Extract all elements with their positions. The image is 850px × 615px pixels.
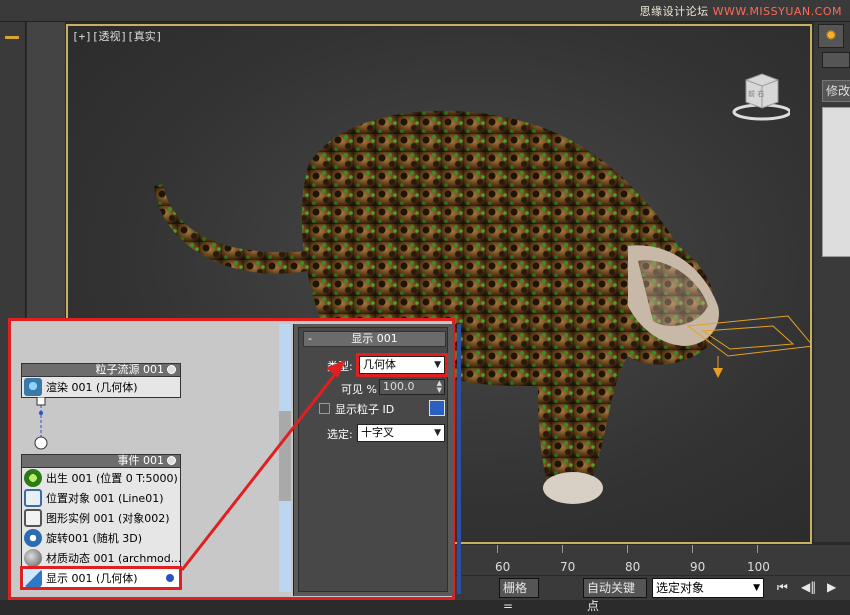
tick-label: 60 — [495, 560, 511, 574]
tick-mark — [757, 545, 758, 553]
left-side-panel — [27, 22, 65, 322]
material-dynamic-icon — [24, 549, 42, 567]
tick-mark — [692, 545, 693, 553]
render-icon — [24, 378, 42, 396]
operator-shape-instance[interactable]: 图形实例 001 (对象002) — [22, 508, 180, 528]
render-group[interactable]: 粒子流源 001 渲染 001 (几何体) — [21, 363, 181, 398]
show-particle-id-checkbox[interactable] — [319, 403, 330, 414]
visible-percent-spinner[interactable]: 100.0 ▲ ▼ — [379, 379, 445, 395]
tick-mark — [562, 545, 563, 553]
visible-percent-label: 可见 % — [341, 383, 377, 396]
svg-text:前 右: 前 右 — [748, 89, 764, 98]
position-object-icon — [24, 489, 42, 507]
modifier-stack[interactable] — [822, 107, 850, 257]
create-sun-icon[interactable]: ✹ — [818, 24, 844, 48]
display-icon — [24, 569, 42, 587]
lightbulb-icon[interactable] — [167, 456, 176, 465]
tick-label: 100 — [747, 560, 770, 574]
event-group-header[interactable]: 事件 001 — [21, 454, 181, 468]
lightbulb-icon[interactable] — [167, 365, 176, 374]
render-group-header[interactable]: 粒子流源 001 — [21, 363, 181, 377]
tick-label: 90 — [690, 560, 706, 574]
pin-stack-icon[interactable]: ▬╌ — [828, 244, 847, 258]
selected-label: 选定: — [327, 428, 353, 441]
rotation-icon — [24, 529, 42, 547]
particle-view-inset: 粒子流源 001 渲染 001 (几何体) 事件 001 出生 001 (位置 … — [8, 318, 461, 600]
panel-scroll-rail[interactable] — [457, 324, 461, 594]
display-properties-panel: - 显示 001 类型: 几何体 ▼ 可见 % 100.0 ▲ ▼ 显示粒子 ID 选定… — [293, 324, 453, 596]
tick-mark — [497, 545, 498, 553]
type-dropdown[interactable]: 几何体 ▼ — [356, 353, 448, 377]
prev-key-icon[interactable]: ⏮ — [777, 580, 788, 595]
event-group[interactable]: 事件 001 出生 001 (位置 0 T:5000) 位置对象 001 (Li… — [20, 454, 182, 590]
display-rollout-header[interactable]: - 显示 001 — [303, 331, 446, 347]
display-color-swatch[interactable] — [429, 400, 445, 416]
active-dot-icon — [166, 574, 174, 582]
viewcube-icon[interactable]: 前 右 — [730, 66, 790, 126]
grid-setting[interactable]: 栅格 = — [499, 578, 539, 613]
operator-display[interactable]: 显示 001 (几何体) — [20, 566, 182, 590]
scrollbar-thumb[interactable] — [279, 411, 291, 501]
operator-material-dynamic[interactable]: 材质动态 001 (archmod... — [22, 548, 180, 568]
show-particle-id-label: 显示粒子 ID — [335, 403, 395, 416]
tick-mark — [627, 545, 628, 553]
collapse-icon[interactable] — [5, 36, 19, 39]
type-label: 类型: — [327, 360, 353, 373]
tick-label: 80 — [625, 560, 641, 574]
modify-tab[interactable]: 修改 — [822, 80, 850, 102]
operator-rotation[interactable]: 旋转001 (随机 3D) — [22, 528, 180, 548]
play-icon[interactable]: ◀‖ — [801, 580, 816, 594]
top-bar: 思缘设计论坛 WWW.MISSYUAN.COM — [0, 0, 850, 22]
auto-key-button[interactable]: 自动关键点 — [583, 578, 647, 613]
birth-icon — [24, 469, 42, 487]
next-frame-icon[interactable]: ▶ — [827, 580, 836, 594]
shape-instance-icon — [24, 509, 42, 527]
wire-connector — [34, 397, 48, 450]
operator-render[interactable]: 渲染 001 (几何体) — [22, 377, 180, 397]
operator-position-object[interactable]: 位置对象 001 (Line01) — [22, 488, 180, 508]
tick-label: 70 — [560, 560, 576, 574]
status-bar: 栅格 = 自动关键点 选定对象 ▼ ⏮ ◀‖ ▶ — [455, 576, 850, 613]
selected-dropdown[interactable]: 十字叉 ▼ — [357, 424, 445, 442]
command-panel: ✹ 修改 ▬╌ — [814, 22, 850, 542]
brand-watermark: 思缘设计论坛 WWW.MISSYUAN.COM — [639, 5, 842, 18]
operator-birth[interactable]: 出生 001 (位置 0 T:5000) — [22, 468, 180, 488]
time-slider[interactable]: 60 70 80 90 100 — [455, 545, 850, 575]
selection-set-dropdown[interactable]: 选定对象 ▼ — [652, 578, 764, 598]
panel-tab[interactable] — [822, 52, 850, 68]
